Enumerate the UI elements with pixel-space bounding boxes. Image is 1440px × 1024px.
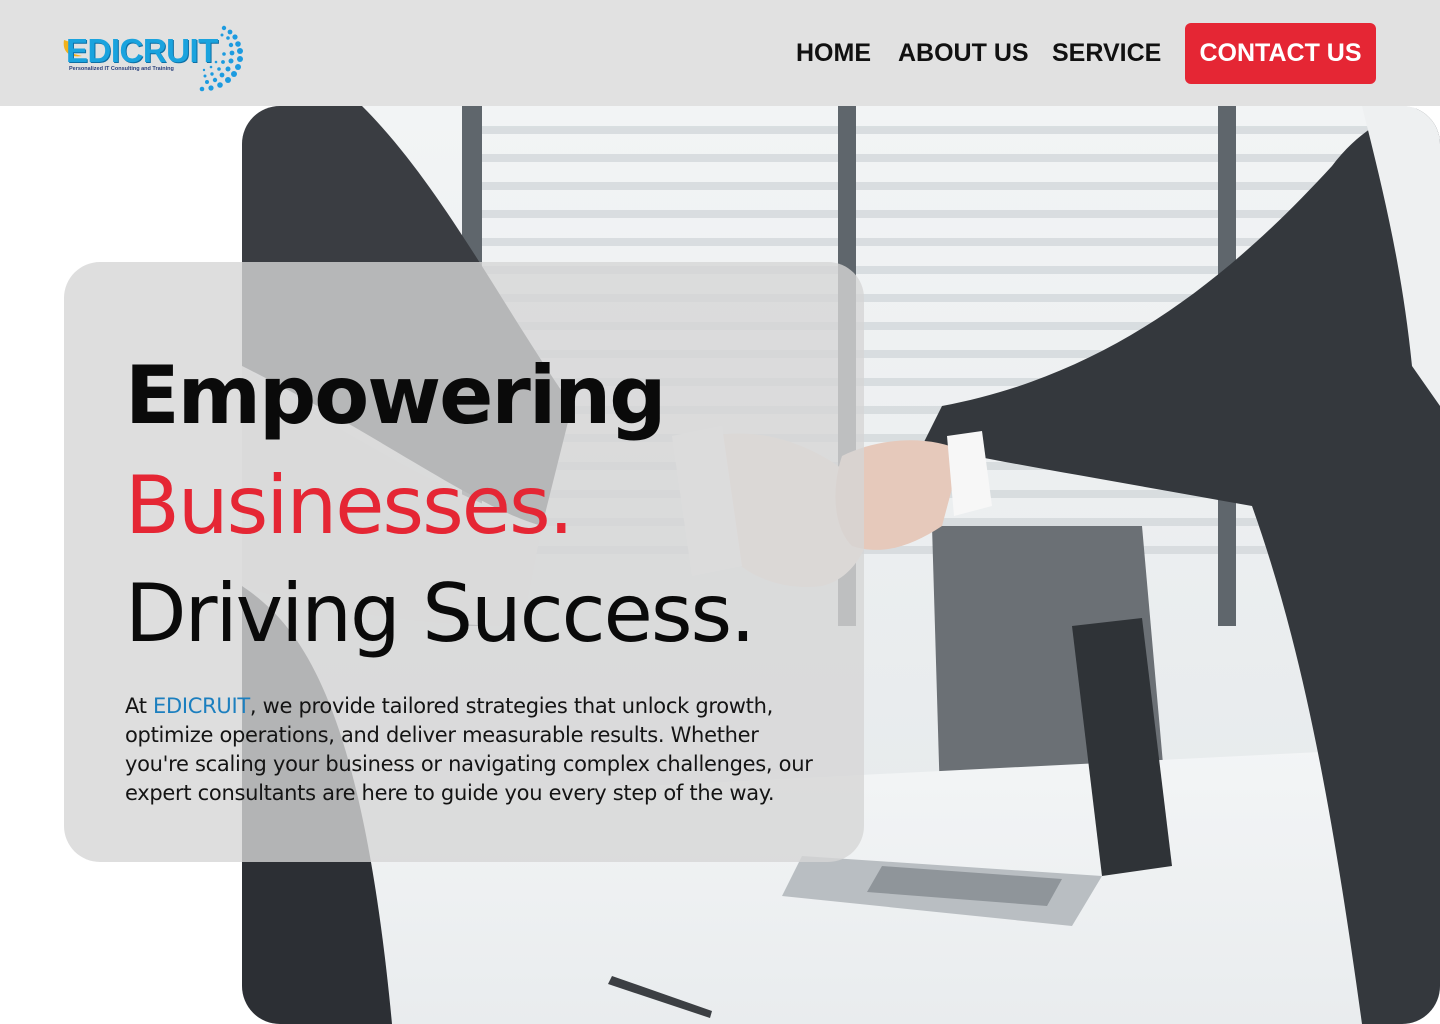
headline-line-1: Empowering [125, 349, 666, 442]
nav-home-link[interactable]: HOME [796, 38, 871, 68]
headline-line-2: Businesses. [125, 459, 574, 552]
edicruit-logo[interactable]: EDICRUIT Personalized IT Consulting and … [60, 18, 250, 100]
nav-about-us-link[interactable]: ABOUT US [898, 38, 1029, 68]
hero-intro-paragraph: At EDICRUIT, we provide tailored strateg… [125, 692, 825, 808]
intro-prefix: At [125, 694, 154, 718]
logo-tagline: Personalized IT Consulting and Training [69, 66, 174, 72]
contact-us-button[interactable]: CONTACT US [1185, 23, 1376, 84]
logo-wordmark: EDICRUIT [66, 32, 218, 69]
nav-service-link[interactable]: SERVICE [1052, 38, 1161, 68]
intro-brand-name: EDICRUIT [153, 694, 250, 718]
site-header: EDICRUIT Personalized IT Consulting and … [0, 0, 1440, 106]
headline-line-3: Driving Success. [125, 567, 756, 660]
